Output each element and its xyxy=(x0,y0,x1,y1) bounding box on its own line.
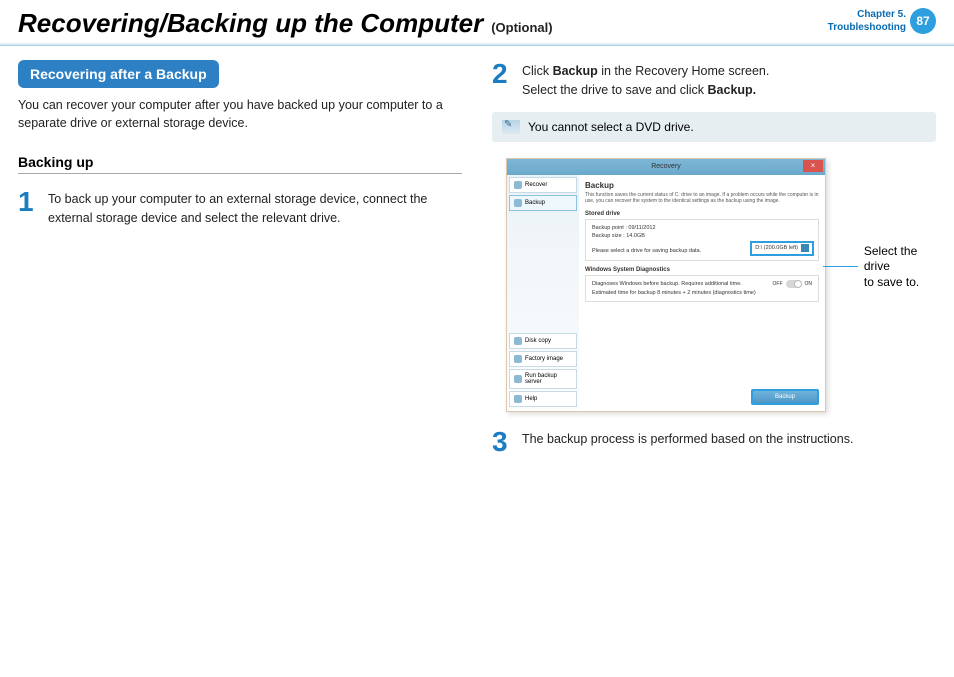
chevron-down-icon xyxy=(801,244,809,252)
l2: to save to. xyxy=(864,275,919,289)
callout-drive: Select the drive to save to. xyxy=(823,244,936,291)
step-1: 1 To back up your computer to an externa… xyxy=(18,188,462,228)
title-wrap: Recovering/Backing up the Computer (Opti… xyxy=(18,8,828,39)
content: Recovering after a Backup You can recove… xyxy=(0,60,954,468)
label: Run backup server xyxy=(525,373,572,385)
page-header: Recovering/Backing up the Computer (Opti… xyxy=(0,0,954,39)
window-titlebar: Recovery × xyxy=(507,159,825,175)
section-stored: Stored drive xyxy=(585,211,819,217)
label: Disk copy xyxy=(525,338,551,344)
sidebar-item-diskcopy[interactable]: Disk copy xyxy=(509,333,577,349)
factory-icon xyxy=(514,355,522,363)
screenshot-wrap: Recovery × Recover Backup Disk copy Fact… xyxy=(492,158,936,412)
sidebar-bottom: Disk copy Factory image Run backup serve… xyxy=(507,331,579,411)
sidebar-item-recover[interactable]: Recover xyxy=(509,177,577,193)
close-icon[interactable]: × xyxy=(803,160,823,172)
diag-box: Diagnoses Windows before backup. Require… xyxy=(585,275,819,303)
step-text: To back up your computer to an external … xyxy=(48,188,462,228)
label: Help xyxy=(525,396,537,402)
recovery-window: Recovery × Recover Backup Disk copy Fact… xyxy=(506,158,826,412)
diag-toggle[interactable] xyxy=(786,280,802,288)
page-title: Recovering/Backing up the Computer xyxy=(18,8,483,39)
window-title: Recovery xyxy=(651,163,681,170)
sidebar-item-help[interactable]: Help xyxy=(509,391,577,407)
note-box: You cannot select a DVD drive. xyxy=(492,112,936,142)
panel-desc: This function saves the current status o… xyxy=(585,192,819,205)
backup-point: Backup point : 09/11/2012 xyxy=(592,224,812,233)
callout-text: Select the drive to save to. xyxy=(864,244,936,291)
page-subtitle: (Optional) xyxy=(491,20,552,35)
recover-icon xyxy=(514,181,522,189)
t: Select the drive to save and click xyxy=(522,83,708,97)
step-3: 3 The backup process is performed based … xyxy=(492,428,936,456)
step-2: 2 Click Backup in the Recovery Home scre… xyxy=(492,60,936,100)
callout-line xyxy=(823,266,858,267)
t-bold: Backup. xyxy=(708,83,757,97)
step-number: 2 xyxy=(492,60,512,100)
disk-icon xyxy=(514,337,522,345)
note-text: You cannot select a DVD drive. xyxy=(528,120,694,134)
window-body: Recover Backup Disk copy Factory image R… xyxy=(507,175,825,411)
header-right: Chapter 5. Troubleshooting 87 xyxy=(828,8,936,34)
label: Recover xyxy=(525,182,547,188)
left-column: Recovering after a Backup You can recove… xyxy=(18,60,462,468)
drive-value: D:\ (200.0GB left) xyxy=(755,244,798,253)
panel-title: Backup xyxy=(585,181,819,190)
page-number-badge: 87 xyxy=(910,8,936,34)
diag-toggle-wrap: OFF ON xyxy=(773,280,813,288)
step-text: Click Backup in the Recovery Home screen… xyxy=(522,60,769,100)
chapter-info: Chapter 5. Troubleshooting xyxy=(828,8,906,34)
drive-dropdown[interactable]: D:\ (200.0GB left) xyxy=(750,241,814,256)
note-icon xyxy=(502,120,520,134)
toggle-on-label: ON xyxy=(805,280,813,288)
sidebar-top: Recover Backup xyxy=(507,175,579,331)
l1: Select the drive xyxy=(864,244,917,274)
intro-text: You can recover your computer after you … xyxy=(18,96,462,132)
t: Click xyxy=(522,64,553,78)
chapter-line: Chapter 5. xyxy=(828,8,906,21)
divider xyxy=(0,43,954,46)
run-icon xyxy=(514,375,522,383)
backup-button[interactable]: Backup xyxy=(751,389,819,405)
t-bold: Backup xyxy=(553,64,598,78)
sidebar: Recover Backup Disk copy Factory image R… xyxy=(507,175,579,411)
step-text: The backup process is performed based on… xyxy=(522,428,853,456)
step-number: 1 xyxy=(18,188,38,228)
help-icon xyxy=(514,395,522,403)
label: Factory image xyxy=(525,356,563,362)
chapter-section: Troubleshooting xyxy=(828,21,906,34)
stored-drive-box: Backup point : 09/11/2012 Backup size : … xyxy=(585,219,819,261)
toggle-off-label: OFF xyxy=(773,280,783,288)
backup-icon xyxy=(514,199,522,207)
backup-size: Backup size : 14.0GB xyxy=(592,232,812,241)
section-heading: Recovering after a Backup xyxy=(18,60,219,88)
label: Backup xyxy=(525,200,545,206)
sub-heading: Backing up xyxy=(18,154,462,174)
diag-text: Diagnoses Windows before backup. Require… xyxy=(592,281,756,296)
sidebar-item-factory[interactable]: Factory image xyxy=(509,351,577,367)
section-diag: Windows System Diagnostics xyxy=(585,267,819,273)
main-panel: Backup This function saves the current s… xyxy=(579,175,825,411)
step-number: 3 xyxy=(492,428,512,456)
right-column: 2 Click Backup in the Recovery Home scre… xyxy=(492,60,936,468)
sidebar-item-backup[interactable]: Backup xyxy=(509,195,577,211)
sidebar-item-run[interactable]: Run backup server xyxy=(509,369,577,389)
t: in the Recovery Home screen. xyxy=(598,64,770,78)
